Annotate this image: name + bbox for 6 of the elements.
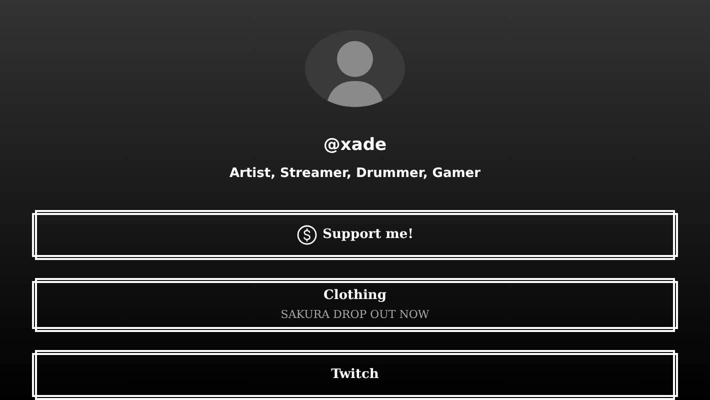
link-button[interactable]: Twitch xyxy=(35,350,675,400)
link-button[interactable]: Clothing SAKURA DROP OUT NOW xyxy=(35,278,675,332)
profile-bio: Artist, Streamer, Drummer, Gamer xyxy=(229,165,480,183)
link-button[interactable]: Support me! xyxy=(35,210,675,260)
dollar-icon xyxy=(296,225,317,245)
profile-handle: @xade xyxy=(323,134,387,156)
